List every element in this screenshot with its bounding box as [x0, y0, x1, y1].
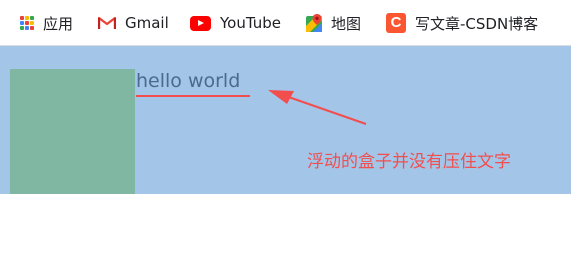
maps-icon	[306, 14, 322, 32]
annotation-text: 浮动的盒子并没有压住文字	[307, 152, 511, 172]
bookmark-gmail-label: Gmail	[125, 14, 169, 32]
demo-area: hello world 浮动的盒子并没有压住文字	[0, 46, 571, 194]
gmail-icon	[97, 16, 117, 30]
apps-grid-icon	[20, 16, 34, 30]
arrow-shaft	[279, 93, 367, 125]
bookmarks-bar: 应用 Gmail YouTube 地图 C 写文章-CSDN博客	[0, 0, 571, 46]
bookmark-maps-label: 地图	[331, 14, 362, 33]
bookmark-maps[interactable]: 地图	[306, 0, 361, 46]
bookmark-csdn[interactable]: C 写文章-CSDN博客	[386, 0, 538, 46]
bookmark-youtube[interactable]: YouTube	[190, 0, 281, 46]
bookmark-apps[interactable]: 应用	[20, 0, 73, 46]
arrow-head	[268, 90, 294, 104]
bookmark-youtube-label: YouTube	[220, 14, 281, 32]
csdn-icon: C	[386, 13, 406, 33]
bookmark-csdn-label: 写文章-CSDN博客	[415, 14, 539, 33]
youtube-icon	[190, 15, 211, 31]
bookmark-apps-label: 应用	[43, 14, 74, 33]
bookmark-gmail[interactable]: Gmail	[97, 0, 169, 46]
